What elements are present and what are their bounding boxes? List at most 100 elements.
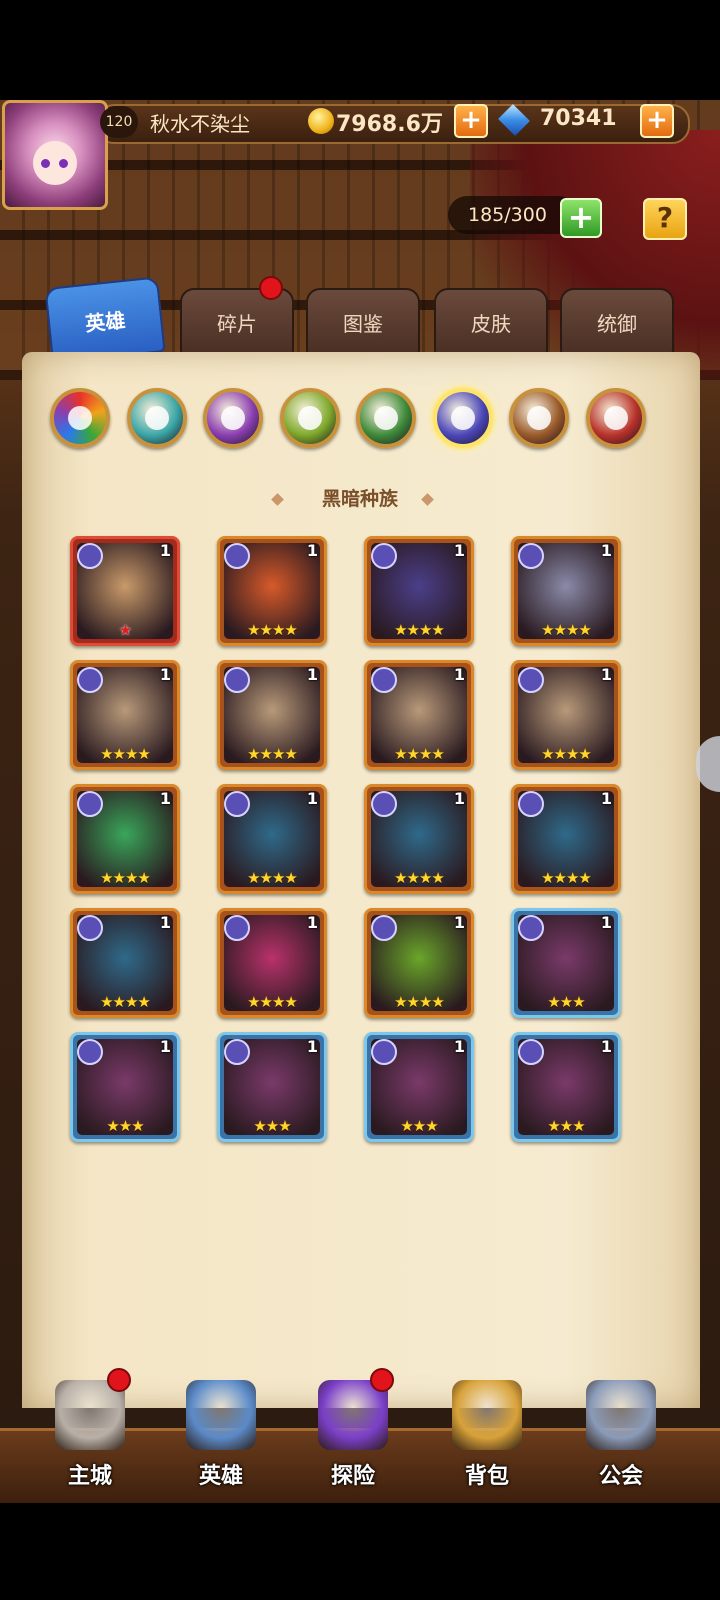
hero-card[interactable]: 1 ★★★★ <box>364 908 474 1018</box>
nature-race-icon[interactable] <box>279 388 340 448</box>
tab-skins[interactable]: 皮肤 <box>434 288 548 356</box>
hero-level: 1 <box>159 541 171 560</box>
hero-stars: ★★★ <box>547 1117 585 1135</box>
hero-stars: ★★★★ <box>247 621 298 639</box>
tab-command[interactable]: 统御 <box>560 288 674 356</box>
nav-hero[interactable]: 英雄 <box>166 1380 276 1490</box>
hero-level: 1 <box>600 665 612 684</box>
hero-stars: ★★★★ <box>100 993 151 1011</box>
hero-stars: ★★★ <box>253 1117 291 1135</box>
hero-level: 1 <box>159 789 171 808</box>
fragments-notification-dot <box>259 276 283 300</box>
dark-race-badge-icon <box>77 667 103 693</box>
hero-card[interactable]: 1 ★★★ <box>217 1032 327 1142</box>
nav-guild-tower[interactable]: 公会 <box>566 1380 676 1490</box>
hero-card[interactable]: 1 ★★★★ <box>217 536 327 646</box>
gold-amount: 7968.6万 <box>336 112 443 137</box>
dark-race-badge-icon <box>77 791 103 817</box>
hero-level: 1 <box>306 913 318 932</box>
hero-stars: ★★★★ <box>394 869 445 887</box>
hero-card[interactable]: 1 ★★★ <box>511 1032 621 1142</box>
hero-level: 1 <box>453 1037 465 1056</box>
expand-capacity-button[interactable]: + <box>560 198 602 238</box>
hero-level: 1 <box>453 665 465 684</box>
hero-stars: ★★★ <box>106 1117 144 1135</box>
hero-stars: ★★★★ <box>247 869 298 887</box>
hero-stars: ★★★ <box>400 1117 438 1135</box>
hero-stars: ★★★★ <box>100 869 151 887</box>
hero-card[interactable]: 1 ★★★ <box>364 1032 474 1142</box>
light-race-icon[interactable] <box>509 388 569 448</box>
mystic-race-icon[interactable] <box>203 388 263 448</box>
tab-heroes[interactable]: 英雄 <box>44 276 166 364</box>
hero-card[interactable]: 1 ★★★ <box>511 908 621 1018</box>
hero-stars: ★★★★ <box>394 993 445 1011</box>
hero-card[interactable]: 1 ★★★★ <box>364 660 474 770</box>
hero-level: 1 <box>306 789 318 808</box>
hero-level: 1 <box>159 913 171 932</box>
add-diamond-button[interactable]: + <box>640 104 674 138</box>
dark-race-icon[interactable] <box>432 388 493 448</box>
player-avatar[interactable] <box>2 100 108 210</box>
guild-tower-icon <box>586 1380 656 1450</box>
hero-card[interactable]: 1 ★★★★ <box>364 784 474 894</box>
hero-stars: ★ <box>118 621 132 639</box>
hero-card[interactable]: 1 ★★★★ <box>217 908 327 1018</box>
hero-card[interactable]: 1 ★★★★ <box>511 536 621 646</box>
race-emblem <box>603 406 628 430</box>
hero-level: 1 <box>306 665 318 684</box>
nav-label: 公会 <box>598 1464 643 1489</box>
nav-castle[interactable]: 主城 <box>35 1368 145 1490</box>
hero-card[interactable]: 1 ★★★★ <box>70 784 180 894</box>
help-button[interactable]: ? <box>643 198 687 240</box>
dark-race-badge-icon <box>371 915 397 941</box>
dark-race-badge-icon <box>371 543 397 569</box>
fire-race-icon[interactable] <box>585 388 646 448</box>
hero-card[interactable]: 1 ★★★★ <box>511 784 621 894</box>
nav-notification-dot <box>370 1368 394 1392</box>
hero-level: 1 <box>600 913 612 932</box>
race-emblem <box>68 406 92 430</box>
dark-race-badge-icon <box>224 791 250 817</box>
hero-stars: ★★★★ <box>394 621 445 639</box>
add-gold-button[interactable]: + <box>454 104 488 138</box>
diamond-amount: 70341 <box>540 106 617 131</box>
tab-codex[interactable]: 图鉴 <box>306 288 420 356</box>
dark-race-badge-icon <box>77 1039 103 1065</box>
nav-notification-dot <box>107 1368 131 1392</box>
hero-stars: ★★★★ <box>541 869 592 887</box>
avatar-face <box>33 141 77 185</box>
hero-card[interactable]: 1 ★ <box>70 536 180 646</box>
hero-card[interactable]: 1 ★★★★ <box>217 784 327 894</box>
hero-stars: ★★★★ <box>247 745 298 763</box>
dark-race-badge-icon <box>371 1039 397 1065</box>
hero-card[interactable]: 1 ★★★★ <box>511 660 621 770</box>
hero-stars: ★★★★ <box>541 621 592 639</box>
race-emblem <box>527 406 551 430</box>
dark-race-badge-icon <box>371 667 397 693</box>
hero-level: 1 <box>600 541 612 560</box>
forest-race-icon[interactable] <box>356 388 416 448</box>
hero-card[interactable]: 1 ★★★ <box>70 1032 180 1142</box>
dark-race-badge-icon <box>224 915 250 941</box>
water-race-icon[interactable] <box>126 388 187 448</box>
nav-backpack[interactable]: 背包 <box>432 1380 542 1490</box>
hero-card[interactable]: 1 ★★★★ <box>70 660 180 770</box>
race-emblem <box>297 406 322 430</box>
hero-card[interactable]: 1 ★★★★ <box>364 536 474 646</box>
race-emblem <box>221 406 245 430</box>
nav-label: 探险 <box>330 1464 375 1489</box>
avatar-eye <box>41 159 50 168</box>
hero-card[interactable]: 1 ★★★★ <box>217 660 327 770</box>
race-emblem <box>450 406 475 430</box>
nav-label: 英雄 <box>198 1464 243 1489</box>
hero-card[interactable]: 1 ★★★★ <box>70 908 180 1018</box>
dark-race-badge-icon <box>518 543 544 569</box>
hero-stars: ★★★★ <box>100 745 151 763</box>
gold-coin-icon <box>308 108 334 134</box>
hero-level: 1 <box>453 541 465 560</box>
nav-portal[interactable]: 探险 <box>298 1368 408 1490</box>
all-races-icon[interactable] <box>50 388 110 448</box>
dark-race-badge-icon <box>518 791 544 817</box>
nav-label: 背包 <box>464 1464 509 1489</box>
